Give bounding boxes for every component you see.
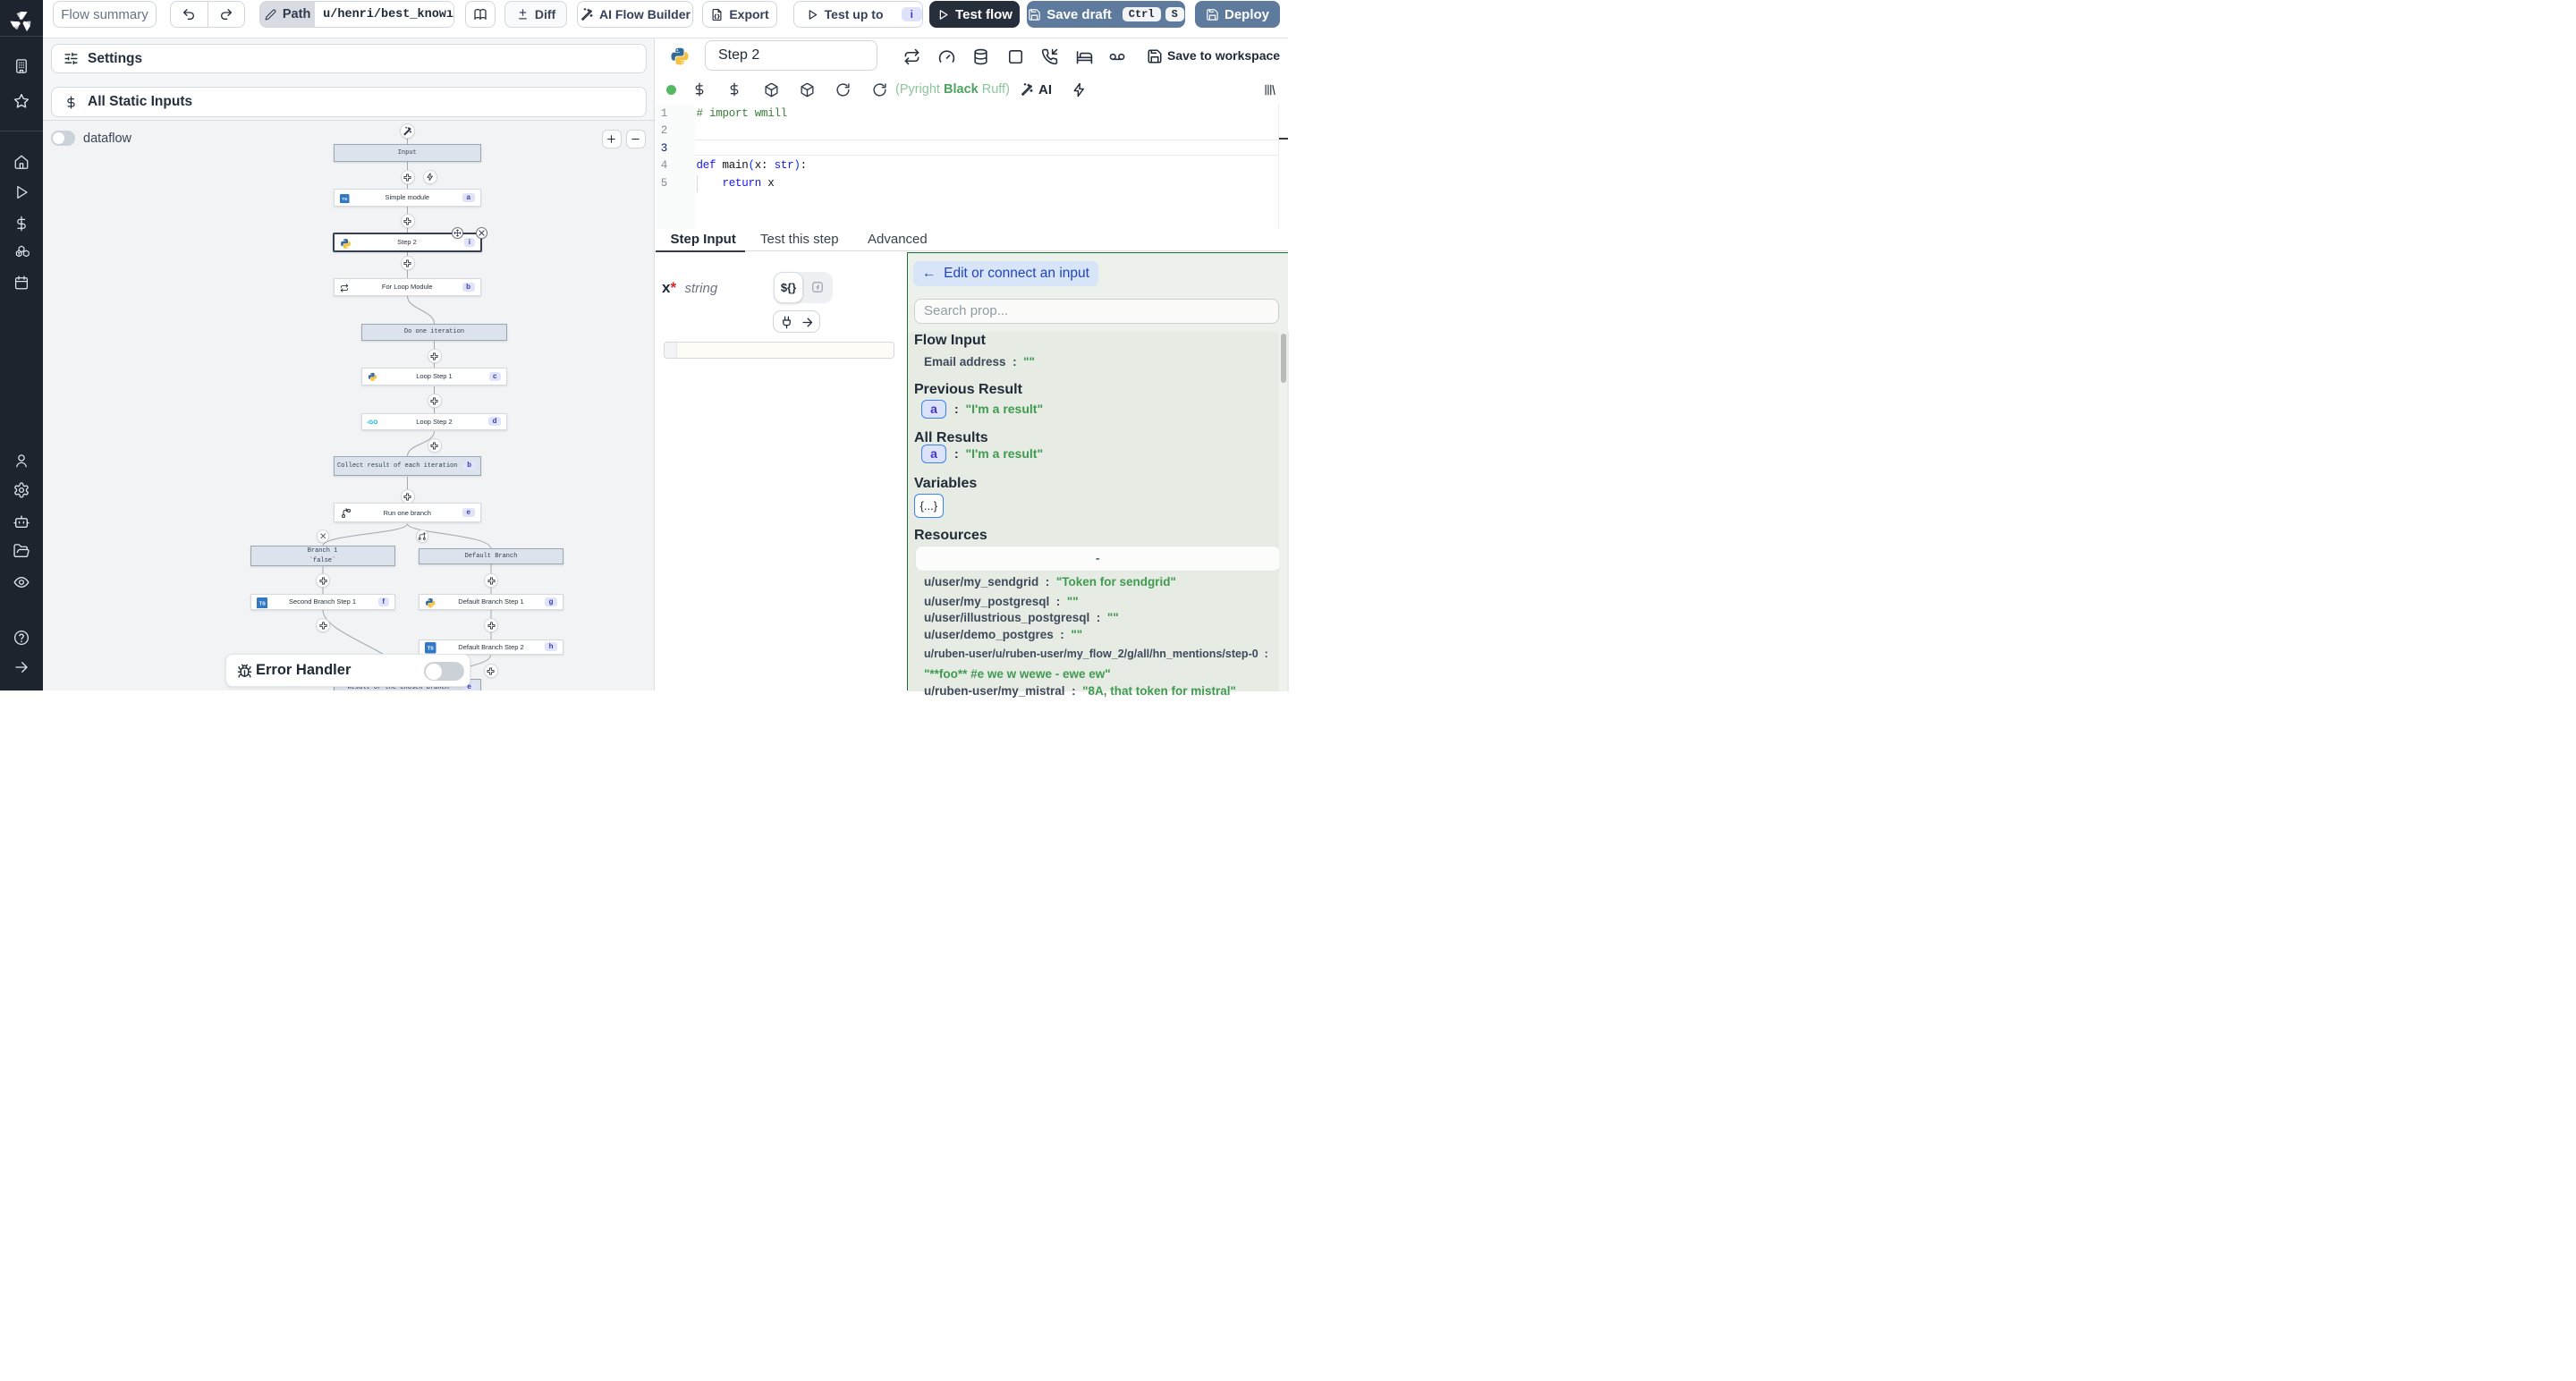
svg-text:TS: TS <box>342 197 347 201</box>
svg-text:TS: TS <box>428 647 434 652</box>
svg-text:TS: TS <box>258 601 265 606</box>
